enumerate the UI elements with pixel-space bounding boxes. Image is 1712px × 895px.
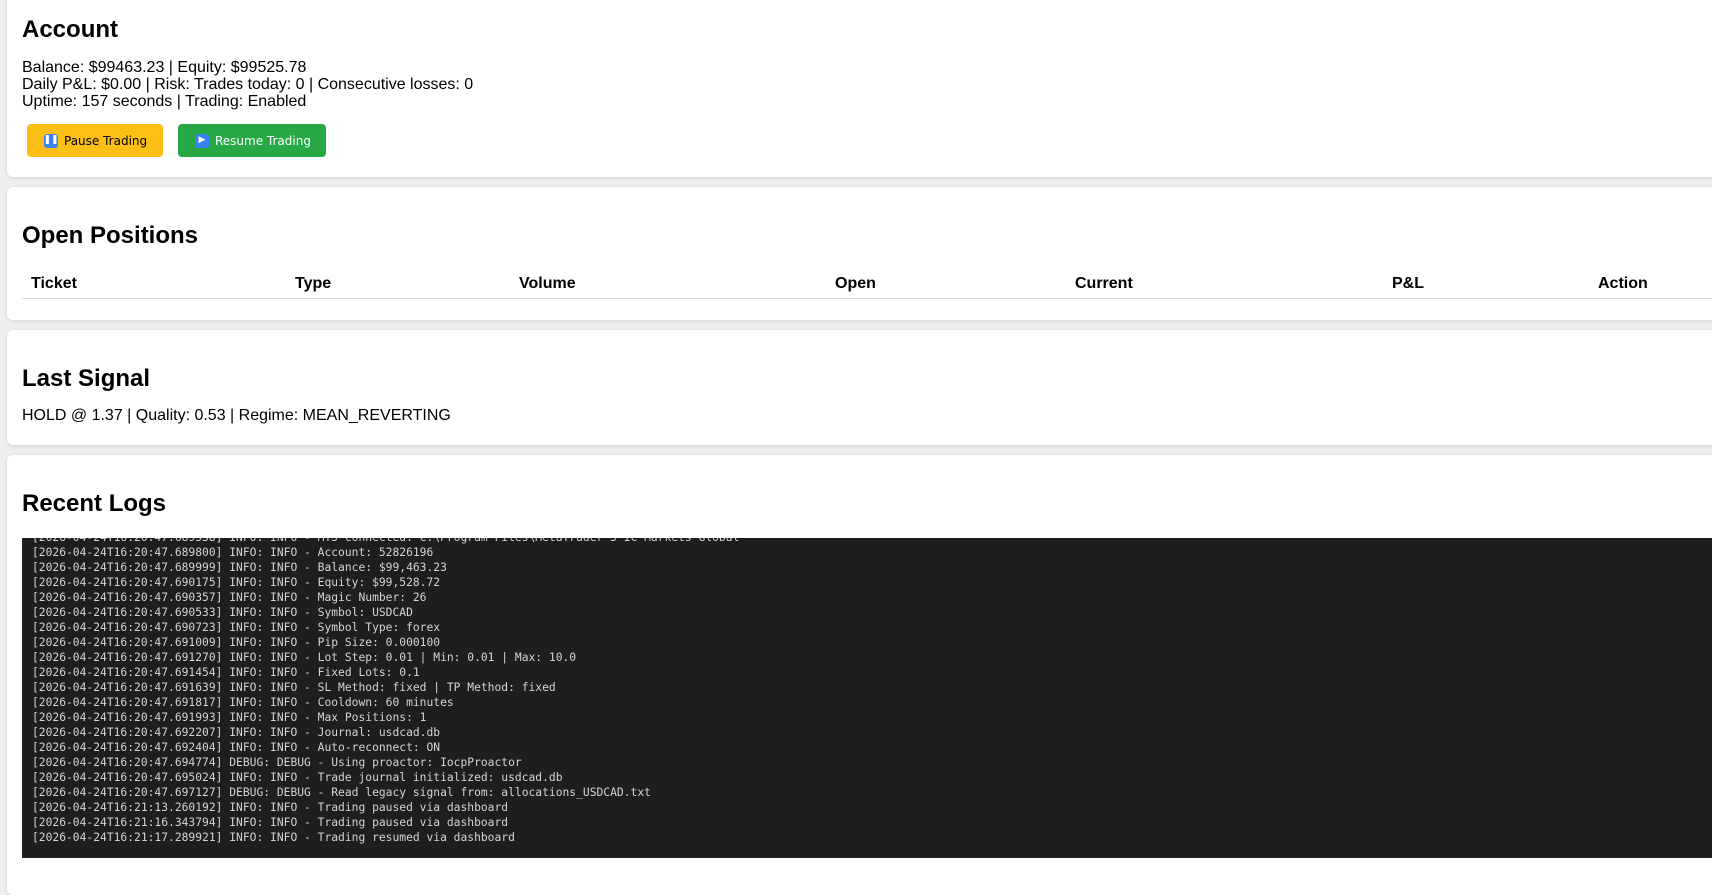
column-header-volume: Volume	[519, 275, 576, 292]
account-card: Account Balance: $99463.23 | Equity: $99…	[7, 0, 1712, 177]
pause-icon: ❚❚	[43, 133, 59, 148]
play-icon: ▶	[195, 133, 209, 148]
log-line: [2026-04-24T16:20:47.690175] INFO: INFO …	[32, 576, 441, 589]
log-line: [2026-04-24T16:20:47.691454] INFO: INFO …	[32, 666, 420, 679]
resume-trading-button[interactable]: ▶ Resume Trading	[178, 124, 326, 157]
resume-trading-label: Resume Trading	[215, 133, 311, 148]
log-line: [2026-04-24T16:21:13.260192] INFO: INFO …	[32, 801, 509, 814]
logs-card: Recent Logs [2026-04-24T16:20:47.689538]…	[7, 455, 1712, 895]
log-lines: [2026-04-24T16:20:47.689538] INFO: INFO …	[32, 538, 739, 845]
pnl-risk-line: Daily P&L: $0.00 | Risk: Trades today: 0…	[22, 76, 474, 93]
signal-card: Last Signal HOLD @ 1.37 | Quality: 0.53 …	[7, 330, 1712, 445]
pause-trading-label: Pause Trading	[64, 133, 148, 148]
log-line: [2026-04-24T16:20:47.691817] INFO: INFO …	[32, 696, 454, 709]
positions-card: Open Positions Ticket Type Volume Open C…	[7, 187, 1712, 320]
column-header-pnl: P&L	[1392, 275, 1424, 292]
column-header-ticket: Ticket	[31, 275, 77, 292]
log-line: [2026-04-24T16:21:17.289921] INFO: INFO …	[32, 831, 515, 844]
signal-title: Last Signal	[22, 365, 151, 392]
log-line: [2026-04-24T16:21:16.343794] INFO: INFO …	[32, 816, 509, 829]
logs-title: Recent Logs	[22, 490, 167, 517]
positions-title: Open Positions	[22, 222, 199, 249]
log-line: [2026-04-24T16:20:47.691270] INFO: INFO …	[32, 651, 577, 664]
column-header-action: Action	[1598, 275, 1648, 292]
column-header-type: Type	[295, 275, 332, 292]
log-line: [2026-04-24T16:20:47.694774] DEBUG: DEBU…	[32, 756, 522, 769]
log-line: [2026-04-24T16:20:47.690357] INFO: INFO …	[32, 591, 427, 604]
balance-line: Balance: $99463.23 | Equity: $99525.78	[22, 59, 307, 76]
log-line: [2026-04-24T16:20:47.692207] INFO: INFO …	[32, 726, 441, 739]
account-title: Account	[22, 16, 118, 43]
column-header-current: Current	[1075, 275, 1133, 292]
positions-table-header: Ticket Type Volume Open Current P&L Acti…	[22, 275, 1712, 299]
log-line: [2026-04-24T16:20:47.690723] INFO: INFO …	[32, 621, 441, 634]
uptime-line: Uptime: 157 seconds | Trading: Enabled	[22, 93, 307, 110]
log-console[interactable]: [2026-04-24T16:20:47.689538] INFO: INFO …	[22, 538, 1712, 858]
log-line: [2026-04-24T16:20:47.690533] INFO: INFO …	[32, 606, 413, 619]
log-line: [2026-04-24T16:20:47.691639] INFO: INFO …	[32, 681, 556, 694]
column-header-open: Open	[835, 275, 876, 292]
pause-trading-button[interactable]: ❚❚ Pause Trading	[27, 124, 163, 157]
log-line: [2026-04-24T16:20:47.697127] DEBUG: DEBU…	[32, 786, 651, 799]
log-line: [2026-04-24T16:20:47.689538] INFO: INFO …	[32, 538, 739, 545]
log-line: [2026-04-24T16:20:47.691993] INFO: INFO …	[32, 711, 427, 724]
log-line: [2026-04-24T16:20:47.691009] INFO: INFO …	[32, 636, 441, 649]
signal-text: HOLD @ 1.37 | Quality: 0.53 | Regime: ME…	[22, 407, 451, 424]
log-line: [2026-04-24T16:20:47.689800] INFO: INFO …	[32, 546, 434, 559]
log-line: [2026-04-24T16:20:47.695024] INFO: INFO …	[32, 771, 563, 784]
log-line: [2026-04-24T16:20:47.692404] INFO: INFO …	[32, 741, 441, 754]
log-line: [2026-04-24T16:20:47.689999] INFO: INFO …	[32, 561, 447, 574]
